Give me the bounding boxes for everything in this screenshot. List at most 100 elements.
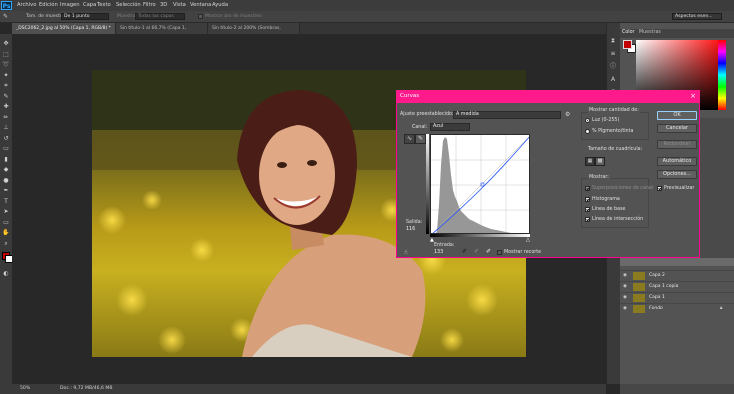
baseline-checkbox[interactable] xyxy=(585,207,590,212)
quick-mask-icon[interactable]: ◐ xyxy=(2,270,10,278)
sample-size-select[interactable]: De 1 punto xyxy=(61,13,109,20)
show-amount-label: Mostrar cantidad de: xyxy=(588,107,640,114)
menu-seleccion[interactable]: Selección xyxy=(116,1,141,9)
channel-select[interactable]: Azul xyxy=(430,123,470,131)
shape-tool-icon[interactable]: ▭ xyxy=(2,219,10,227)
menu-edicion[interactable]: Edición xyxy=(39,1,58,9)
pigment-radio[interactable] xyxy=(585,129,590,134)
intersection-line-checkbox[interactable] xyxy=(585,217,590,222)
move-tool-icon[interactable]: ✥ xyxy=(2,40,10,48)
document-tab-dsc2062[interactable]: _DSC2062_2.jpg al 50% (Capa 1, RGB/8) * xyxy=(12,23,116,34)
auto-button[interactable]: Automático xyxy=(657,157,697,166)
pen-tool-icon[interactable]: ✒ xyxy=(2,187,10,195)
visibility-eye-icon[interactable]: ◉ xyxy=(623,282,627,292)
info-panel-icon[interactable]: ⓘ xyxy=(608,62,618,71)
hue-slider[interactable] xyxy=(718,40,726,110)
show-clipping-checkbox[interactable] xyxy=(497,250,502,255)
tab-color[interactable]: Color xyxy=(622,30,635,35)
visibility-eye-icon[interactable]: ◉ xyxy=(623,293,627,303)
menu-imagen[interactable]: Imagen xyxy=(60,1,80,9)
dodge-tool-icon[interactable]: ● xyxy=(2,177,10,185)
menu-ventana[interactable]: Ventana xyxy=(190,1,211,9)
layer-name[interactable]: Capa 1 xyxy=(649,293,665,303)
visibility-eye-icon[interactable]: ◉ xyxy=(623,271,627,281)
visibility-eye-icon[interactable]: ◉ xyxy=(623,304,627,314)
blur-tool-icon[interactable]: ◆ xyxy=(2,166,10,174)
selected-layer-highlight[interactable] xyxy=(620,258,734,266)
cancel-button[interactable]: Cancelar xyxy=(657,124,697,133)
curves-graph-svg xyxy=(431,135,529,233)
layer-row[interactable]: ◉ Capa 1 copia xyxy=(620,281,734,292)
smooth-button[interactable]: Redondear xyxy=(657,140,697,149)
options-button[interactable]: Opciones... xyxy=(657,170,697,179)
document-tab-sin-titulo-2[interactable]: Sin título-2 al 200% (Sombras, RGB/8#) * xyxy=(208,23,300,42)
menu-filtro[interactable]: Filtro xyxy=(143,1,156,9)
menu-ayuda[interactable]: Ayuda xyxy=(212,1,228,9)
eraser-tool-icon[interactable]: ▭ xyxy=(2,145,10,153)
detailed-grid-icon[interactable]: ▩ xyxy=(595,157,605,166)
stamp-tool-icon[interactable]: ⊥ xyxy=(2,124,10,132)
menu-3d[interactable]: 3D xyxy=(160,1,167,9)
workspace-select[interactable]: Aspectos esen... xyxy=(672,13,722,20)
marquee-tool-icon[interactable]: ⬚ xyxy=(2,51,10,59)
light-option-label: Luz (0-255) xyxy=(592,118,620,123)
pencil-icon[interactable]: ✎ xyxy=(415,134,426,144)
properties-panel-icon[interactable]: ≡ xyxy=(608,49,618,58)
histogram-checkbox[interactable] xyxy=(585,197,590,202)
show-label: Mostrar: xyxy=(588,174,610,181)
lasso-tool-icon[interactable]: ➰ xyxy=(2,61,10,69)
channel-overlays-checkbox[interactable] xyxy=(585,186,590,191)
preset-select[interactable]: A medida xyxy=(453,111,561,119)
healing-brush-icon[interactable]: ✚ xyxy=(2,103,10,111)
baseline-label: Línea de base xyxy=(592,207,626,212)
input-label: Entrada: xyxy=(434,243,455,248)
eyedropper-tool-icon[interactable]: ✎ xyxy=(2,93,10,101)
zoom-tool-icon[interactable]: ⌕ xyxy=(2,240,10,248)
intersection-line-label: Línea de intersección xyxy=(592,217,644,222)
curve-point-tool-icon[interactable]: ∿ xyxy=(404,134,415,144)
foreground-color-chip[interactable] xyxy=(623,40,632,49)
ok-button[interactable]: OK xyxy=(657,111,697,120)
character-panel-icon[interactable]: A xyxy=(608,75,618,84)
eyedropper-icon[interactable]: ✎ xyxy=(3,13,11,20)
menu-vista[interactable]: Vista xyxy=(173,1,186,9)
sample-select[interactable]: Todas las capas xyxy=(135,13,185,20)
history-brush-icon[interactable]: ↺ xyxy=(2,135,10,143)
gray-eyedropper-icon[interactable]: ✐ xyxy=(474,248,479,255)
close-icon[interactable]: × xyxy=(688,90,698,103)
preset-options-gear-icon[interactable]: ⚙ xyxy=(565,111,570,118)
document-tab-sin-titulo-1[interactable]: Sin título-1 al 66,7% (Capa 1, RGB/8#) * xyxy=(116,23,208,42)
tab-swatches[interactable]: Muestras xyxy=(639,30,661,35)
history-panel-icon[interactable]: ⧗ xyxy=(608,36,618,45)
brush-tool-icon[interactable]: ✏ xyxy=(2,114,10,122)
simple-grid-icon[interactable]: ▦ xyxy=(585,157,595,166)
layer-name[interactable]: Capa 2 xyxy=(649,271,665,281)
layer-name[interactable]: Fondo xyxy=(649,304,663,314)
light-radio[interactable] xyxy=(585,118,590,123)
grid-size-label: Tamaño de cuadrícula: xyxy=(588,147,643,152)
gradient-tool-icon[interactable]: ▮ xyxy=(2,156,10,164)
input-value[interactable]: 133 xyxy=(434,249,443,256)
preview-checkbox[interactable] xyxy=(657,186,662,191)
layer-row[interactable]: ◉ Capa 2 xyxy=(620,270,734,281)
hand-tool-icon[interactable]: ✋ xyxy=(2,229,10,237)
quick-select-tool-icon[interactable]: ✦ xyxy=(2,72,10,80)
white-point-slider-icon[interactable]: △ xyxy=(526,237,530,243)
zoom-level[interactable]: 50% xyxy=(20,386,30,391)
target-adjustment-hand-icon[interactable]: ☝ xyxy=(404,249,408,256)
black-eyedropper-icon[interactable]: ✐ xyxy=(462,248,467,255)
menu-capa[interactable]: Capa xyxy=(83,1,96,9)
path-select-icon[interactable]: ➤ xyxy=(2,208,10,216)
type-tool-icon[interactable]: T xyxy=(2,198,10,206)
channel-overlays-label: Superposiciones de canal xyxy=(592,186,654,191)
layer-name[interactable]: Capa 1 copia xyxy=(649,282,678,292)
curves-graph[interactable] xyxy=(430,134,530,234)
layer-row[interactable]: ◉ Capa 1 xyxy=(620,292,734,303)
menu-archivo[interactable]: Archivo xyxy=(17,1,36,9)
white-eyedropper-icon[interactable]: ✐ xyxy=(486,248,491,255)
show-ring-checkbox[interactable] xyxy=(198,14,203,19)
crop-tool-icon[interactable]: ⌗ xyxy=(2,82,10,90)
layer-row[interactable]: ◉ Fondo 🔒︎ xyxy=(620,303,734,314)
menu-texto[interactable]: Texto xyxy=(97,1,111,9)
output-value[interactable]: 116 xyxy=(406,226,415,233)
